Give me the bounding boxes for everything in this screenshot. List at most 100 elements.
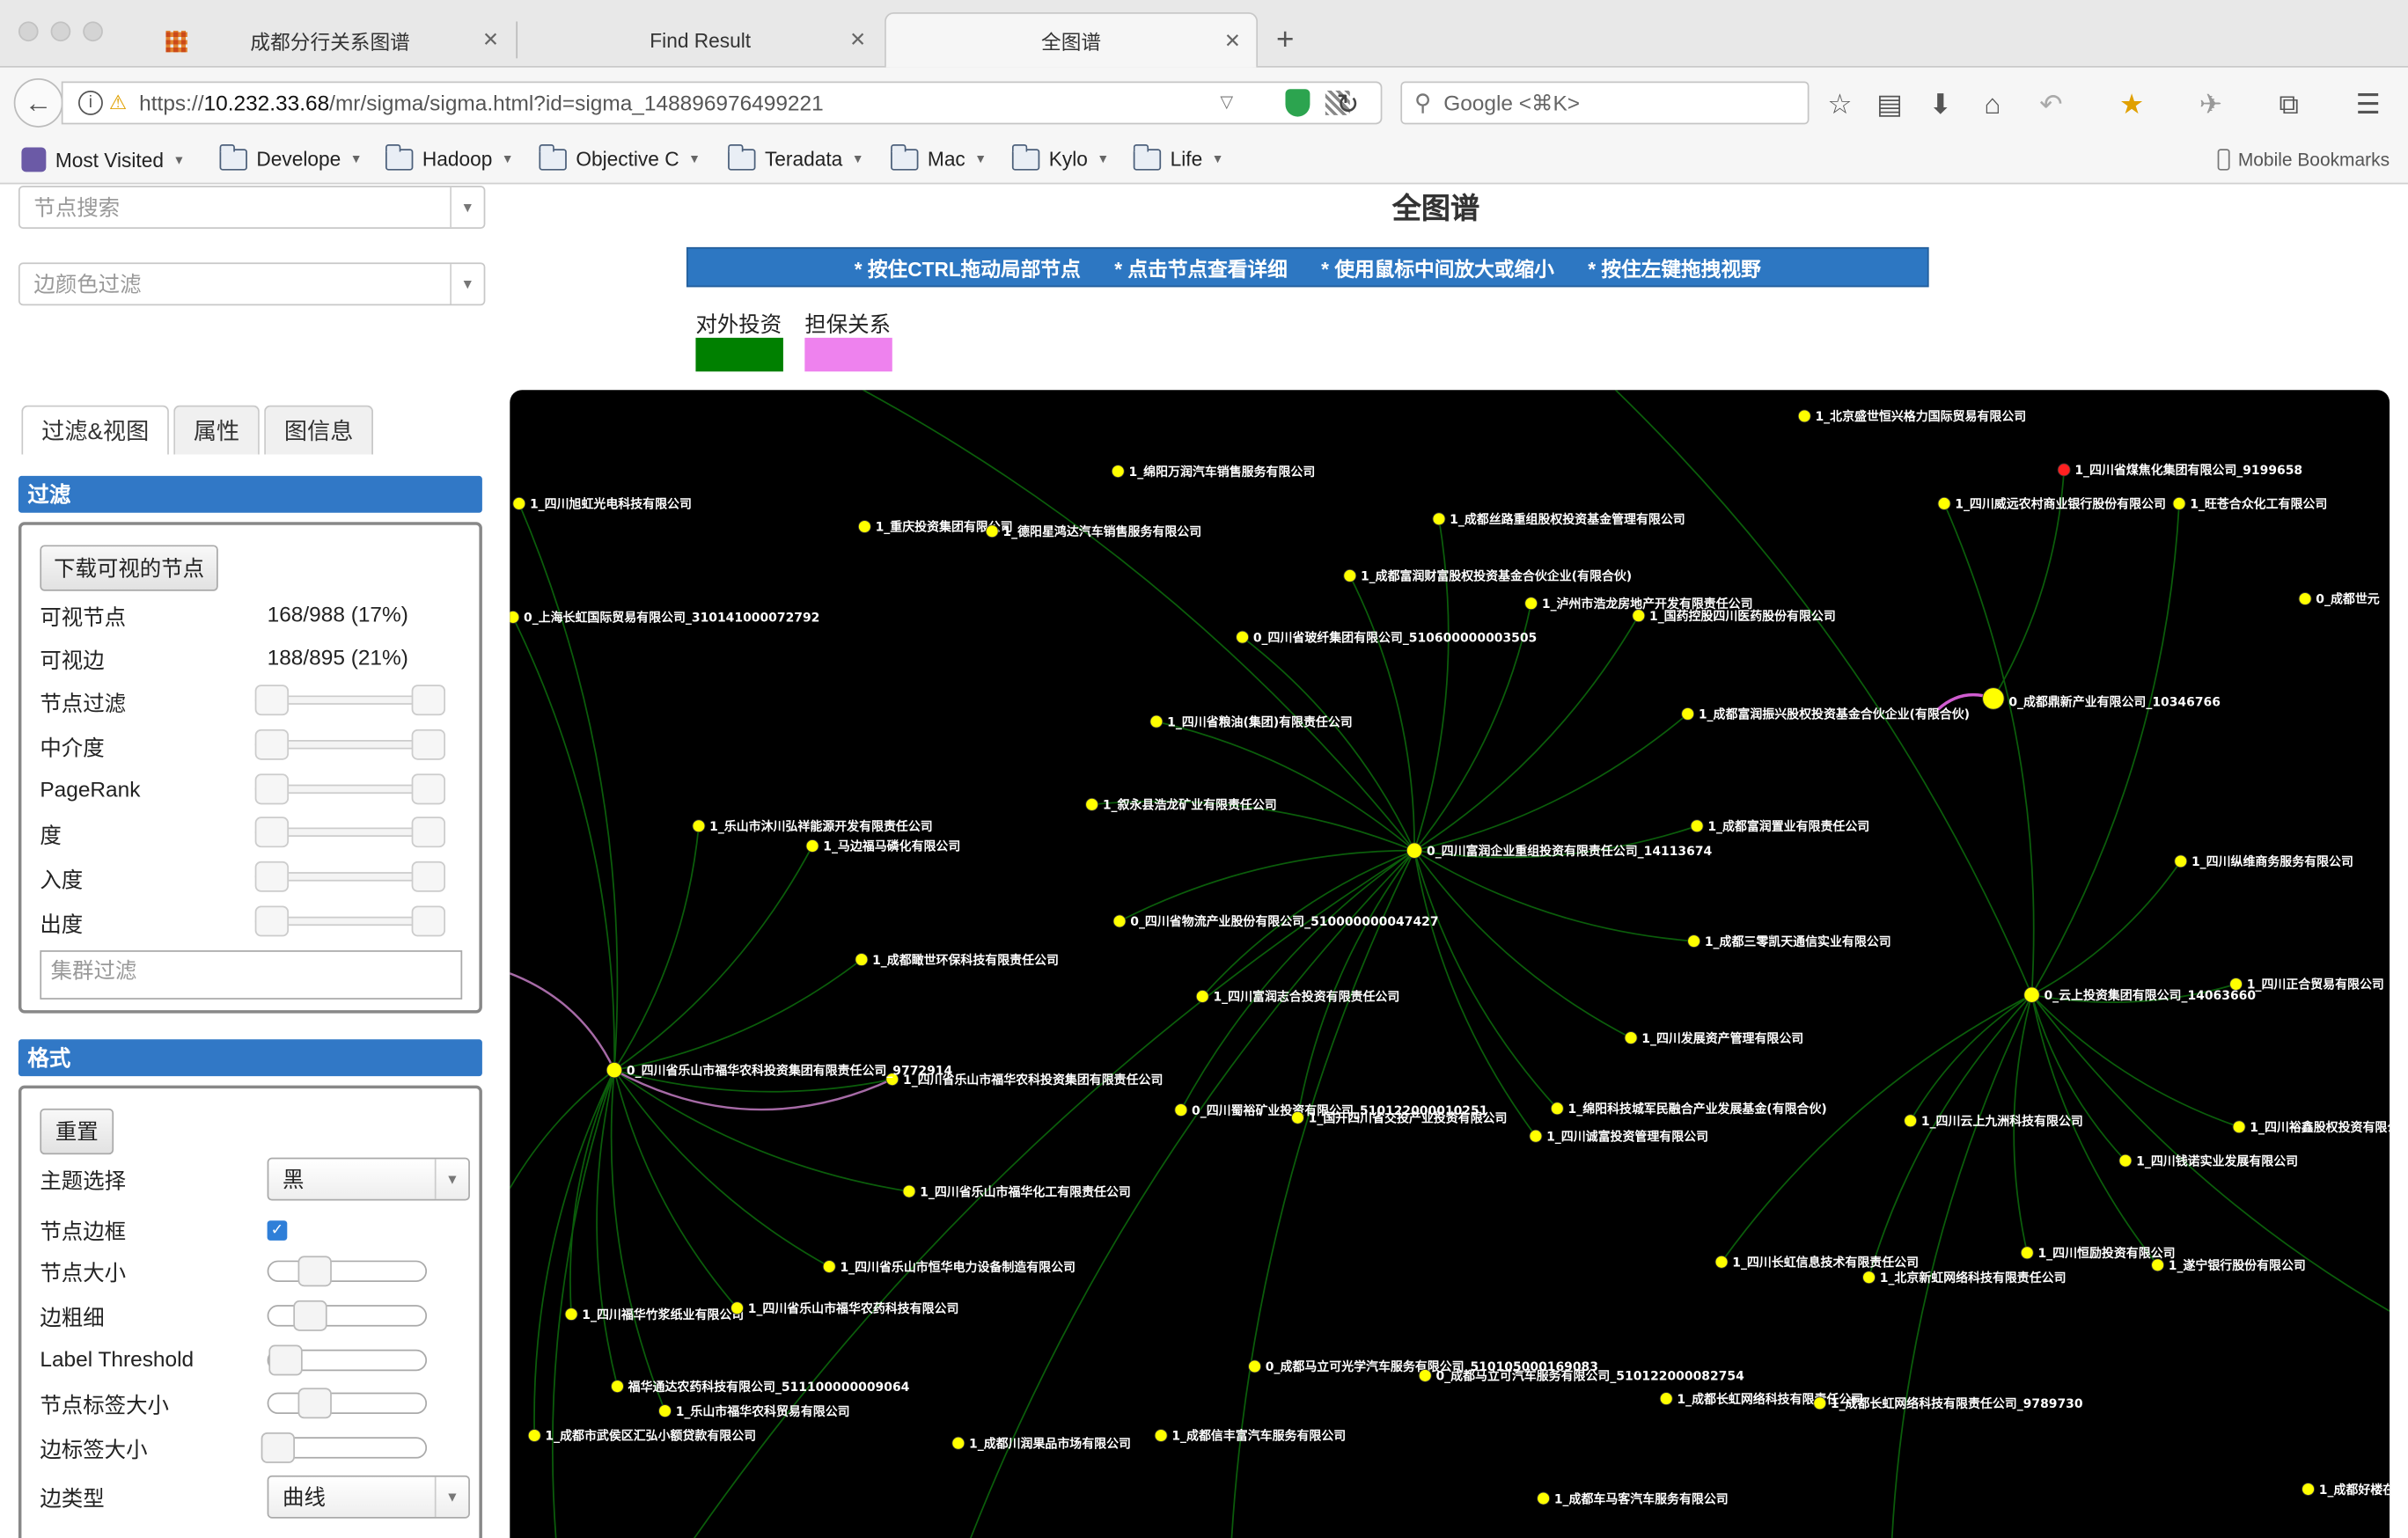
graph-node[interactable]: 1_成都三零凯天通信实业有限公司 — [1687, 934, 1891, 949]
graph-node[interactable]: 1_成都长虹网络科技有限责任公司_9789730 — [1813, 1396, 2083, 1411]
node-dot[interactable] — [1248, 1359, 1261, 1373]
graph-node[interactable]: 1_四川旭虹光电科技有限公司 — [512, 496, 692, 512]
bookmark-develope[interactable]: Develope ▼ — [219, 143, 363, 171]
node-dot[interactable] — [1085, 797, 1099, 811]
node-dot[interactable] — [2118, 1154, 2133, 1168]
hub-dot[interactable] — [606, 1062, 623, 1079]
close-icon[interactable]: ✕ — [482, 27, 499, 52]
node-dot[interactable] — [855, 953, 869, 966]
out-degree-range[interactable] — [254, 905, 446, 937]
bookmark-most-visited[interactable]: Most Visited ▼ — [21, 147, 185, 172]
node-label-size-slider[interactable] — [267, 1388, 428, 1419]
graph-svg[interactable]: 1_四川省煤焦化集团有限公司_9199658 1_北京盛世恒兴格力国际贸易有限公司… — [510, 390, 2390, 1538]
graph-node[interactable]: 1_四川诚富投资管理有限公司 — [1529, 1129, 1708, 1144]
node-dot[interactable] — [1632, 609, 1646, 623]
node-dot[interactable] — [1149, 714, 1164, 729]
tab-attributes[interactable]: 属性 — [173, 405, 260, 455]
node-dot[interactable] — [1537, 1491, 1551, 1505]
bookmark-kylo[interactable]: Kylo ▼ — [1011, 143, 1109, 171]
node-border-checkbox[interactable]: ✓ — [267, 1220, 288, 1241]
graph-node[interactable]: 1_四川发展资产管理有限公司 — [1624, 1031, 1803, 1046]
node-dot[interactable] — [2174, 854, 2188, 868]
graph-node[interactable]: 1_成都车马客汽车服务有限公司 — [1537, 1491, 1729, 1506]
graph-node[interactable]: 1_德阳星鸿达汽车销售服务有限公司 — [985, 524, 1201, 539]
node-dot[interactable] — [1904, 1114, 1918, 1128]
search-input[interactable]: ⚲ Google <⌘K> — [1400, 81, 1810, 125]
chevron-down-icon[interactable]: ▼ — [450, 187, 483, 228]
node-dot[interactable] — [1154, 1429, 1168, 1442]
node-size-slider[interactable] — [267, 1256, 428, 1287]
graph-node[interactable]: 1_四川省粮油(集团)有限责任公司 — [1149, 714, 1353, 729]
shield-icon[interactable] — [1285, 89, 1310, 117]
tab-find-result[interactable]: Find Result ✕ — [519, 12, 882, 68]
node-filter-range[interactable] — [254, 685, 446, 716]
node-dot[interactable] — [2302, 1483, 2316, 1496]
close-icon[interactable]: ✕ — [1224, 28, 1241, 53]
node-dot[interactable] — [1714, 1255, 1729, 1269]
reset-button[interactable]: 重置 — [40, 1108, 114, 1155]
node-dot[interactable] — [1524, 597, 1538, 611]
graph-node[interactable]: 1_四川威远农村商业银行股份有限公司 — [1937, 497, 2166, 512]
graph-node[interactable]: 1_北京新虹网络科技有限责任公司 — [1862, 1271, 2067, 1285]
bookmark-hadoop[interactable]: Hadoop ▼ — [385, 143, 514, 171]
graph-node[interactable]: 1_四川纵维商务服务有限公司 — [2174, 854, 2353, 869]
edge-color-filter-select[interactable]: 边颜色过滤 ▼ — [18, 262, 486, 306]
graph-node[interactable]: 1_成都市武侯区汇弘小额贷款有限公司 — [527, 1429, 756, 1444]
close-window-button[interactable] — [18, 21, 39, 42]
graph-node[interactable]: 1_四川省乐山市福华化工有限责任公司 — [902, 1184, 1131, 1199]
cluster-filter-input[interactable]: 集群过滤 — [40, 950, 463, 1000]
graph-node[interactable]: 0_成都世元 — [2298, 592, 2380, 607]
graph-node[interactable]: 1_四川省煤焦化集团有限公司_9199658 — [2057, 463, 2302, 478]
graph-hub-node[interactable]: 0_四川省乐山市福华农科投资集团有限责任公司_9772914 — [606, 1062, 952, 1078]
node-dot[interactable] — [985, 524, 999, 538]
graph-node[interactable]: 1_成都瞰世环保科技有限责任公司 — [855, 953, 1059, 968]
graph-node[interactable]: 1_成都信丰富汽车服务有限公司 — [1154, 1429, 1346, 1444]
graph-node[interactable]: 1_乐山市沐川弘祥能源开发有限责任公司 — [692, 819, 933, 834]
node-dot[interactable] — [902, 1184, 916, 1198]
bookmark-teradata[interactable]: Teradata ▼ — [728, 143, 864, 171]
node-dot[interactable] — [1236, 630, 1250, 644]
node-dot[interactable] — [2298, 592, 2312, 605]
node-dot[interactable] — [1174, 1103, 1188, 1117]
graph-node[interactable]: 1_四川恒励投资有限公司 — [2020, 1246, 2176, 1261]
bookmark-mac[interactable]: Mac ▼ — [891, 143, 987, 171]
menu-icon[interactable]: ☰ — [2356, 89, 2381, 121]
graph-node[interactable]: 1_成都富润置业有限责任公司 — [1690, 819, 1869, 834]
theme-select[interactable]: 黑 ▼ — [267, 1157, 470, 1201]
graph-node[interactable]: 0_成都马立可汽车服务有限公司_510122000082754 — [1418, 1369, 1744, 1384]
back-arrow-icon[interactable]: ← — [13, 77, 63, 128]
node-dot[interactable] — [1550, 1102, 1564, 1116]
node-dot[interactable] — [1291, 1110, 1304, 1124]
node-dot[interactable] — [730, 1301, 744, 1315]
graph-hub-node[interactable]: 0_四川富润企业重组投资有限责任公司_14113674 — [1406, 842, 1713, 859]
node-dot[interactable] — [1862, 1271, 1876, 1285]
node-dot[interactable] — [2020, 1246, 2034, 1260]
graph-node[interactable]: 0_四川省物流产业股份有限公司_510000000047427 — [1112, 914, 1439, 929]
tab-full-graph[interactable]: 全图谱 ✕ — [885, 11, 1259, 68]
node-dot[interactable] — [512, 496, 526, 510]
graph-node[interactable]: 1_四川云上九洲科技有限公司 — [1904, 1114, 2083, 1129]
filter-section-header[interactable]: 过滤 — [18, 475, 482, 513]
node-dot[interactable] — [857, 520, 871, 533]
graph-node[interactable]: 1_绵阳科技城军民融合产业发展基金(有限合伙) — [1550, 1102, 1827, 1117]
graph-node[interactable]: 0_上海长虹国际贸易有限公司_310141000072792 — [510, 611, 819, 626]
graph-hub-node[interactable]: 0_云上投资集团有限公司_14063660 — [2023, 986, 2257, 1003]
node-dot[interactable] — [692, 819, 706, 833]
node-dot[interactable] — [510, 611, 520, 624]
star-icon[interactable]: ☆ — [1827, 89, 1852, 121]
new-tab-icon[interactable]: + — [1276, 25, 1294, 55]
graph-node[interactable]: 福华通达农药科技有限公司_511100000009064 — [611, 1380, 910, 1395]
home-icon[interactable]: ⌂ — [1984, 89, 2001, 121]
graph-node[interactable]: 1_绵阳万润汽车销售服务有限公司 — [1111, 465, 1315, 480]
node-dot[interactable] — [564, 1307, 578, 1322]
undo-icon[interactable]: ↶ — [2039, 89, 2062, 121]
node-dot[interactable] — [1112, 914, 1127, 928]
node-dot[interactable] — [1529, 1129, 1543, 1143]
graph-node[interactable]: 1_国开四川省交投产业投资有限公司 — [1291, 1111, 1507, 1126]
node-dot[interactable] — [527, 1429, 541, 1442]
graph-node[interactable]: 1_成都丝路重组股权投资基金管理有限公司 — [1432, 512, 1685, 527]
graph-node[interactable]: 1_四川钱诺实业发展有限公司 — [2118, 1154, 2298, 1168]
download-visible-nodes-button[interactable]: 下载可视的节点 — [40, 545, 218, 591]
edge-label-size-slider[interactable] — [261, 1432, 428, 1463]
graph-node[interactable]: 1_国药控股四川医药股份有限公司 — [1632, 609, 1836, 624]
